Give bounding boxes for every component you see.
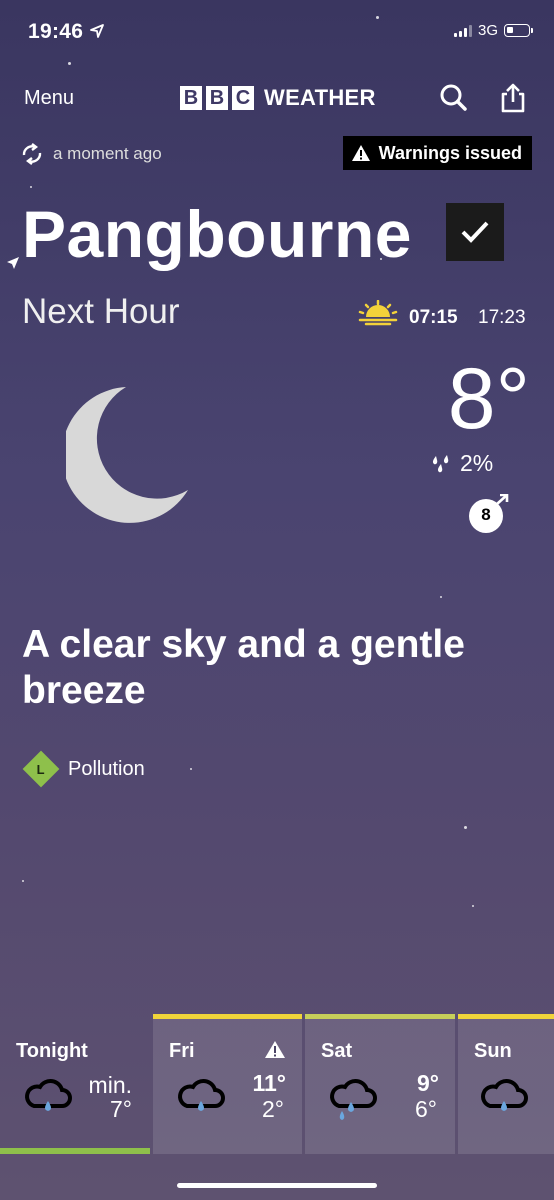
status-time: 19:46 [28,20,105,44]
last-updated: a moment ago [53,144,162,163]
rain-cloud-icon [178,1079,225,1111]
sunrise-icon [358,300,398,326]
current-temperature: 8° [447,351,530,447]
max-temp: 11° [252,1070,286,1096]
day-name: Fri [169,1040,195,1062]
forecast-card-sat[interactable]: Sat 9° 6° [305,1014,455,1154]
refresh-icon[interactable] [20,142,44,166]
min-label: min. [88,1072,132,1098]
wind-speed: 8 [481,505,491,524]
save-location-button[interactable] [446,203,504,261]
day-name: Sun [474,1040,512,1062]
status-indicators: 3G [453,22,533,39]
raindrops-icon [432,454,449,472]
rain-chance-value: 2% [460,450,494,476]
wind-indicator: 8 [467,493,511,539]
day-name: Tonight [16,1040,88,1062]
day-name: Sat [321,1040,353,1062]
min-temp: 6° [415,1096,437,1122]
warning-icon [265,1041,285,1058]
pollution-label: Pollution [68,757,145,780]
battery-icon [504,24,533,37]
period-heading: Next Hour [22,292,180,331]
pollution-level-badge: L [22,750,60,788]
network-type: 3G [477,22,498,39]
brand-word: WEATHER [264,85,376,110]
sunrise-time: 07:15 [409,307,458,328]
checkmark-icon [461,221,489,243]
moon-icon [66,387,188,523]
rain-cloud-icon [25,1079,72,1111]
min-temp: 7° [110,1096,132,1122]
home-indicator[interactable] [177,1183,377,1188]
daily-forecast-strip: Tonight min. 7° Fri 11° 2° Sat 9° 6° Sun [0,1014,554,1154]
brand-letter: B [206,86,228,110]
current-location-icon [7,257,19,269]
brand-letter: B [180,86,202,110]
brand-letter: C [232,86,254,110]
max-temp: 9° [417,1070,439,1096]
location-name: Pangbourne [22,197,413,271]
rain-cloud-icon [481,1079,528,1111]
forecast-card-fri[interactable]: Fri 11° 2° [153,1014,302,1154]
pollution-link[interactable]: L Pollution [22,750,145,788]
warnings-label: Warnings issued [378,142,522,163]
signal-icon [453,24,472,37]
bbc-weather-logo: B B C WEATHER [180,85,376,111]
search-icon[interactable] [437,82,469,114]
min-temp: 2° [262,1096,284,1122]
share-icon[interactable] [497,82,529,114]
rain-chance: 2% [430,450,493,477]
menu-button[interactable]: Menu [24,87,74,110]
warnings-button[interactable]: Warnings issued [342,136,532,170]
heavy-rain-cloud-icon [330,1079,377,1120]
forecast-card-sun[interactable]: Sun [458,1014,554,1154]
weather-summary: A clear sky and a gentle breeze [22,623,465,712]
location-arrow-icon [90,24,105,38]
forecast-card-tonight[interactable]: Tonight min. 7° [0,1014,150,1154]
sunset-time: 17:23 [478,307,526,328]
warning-icon [351,145,370,161]
